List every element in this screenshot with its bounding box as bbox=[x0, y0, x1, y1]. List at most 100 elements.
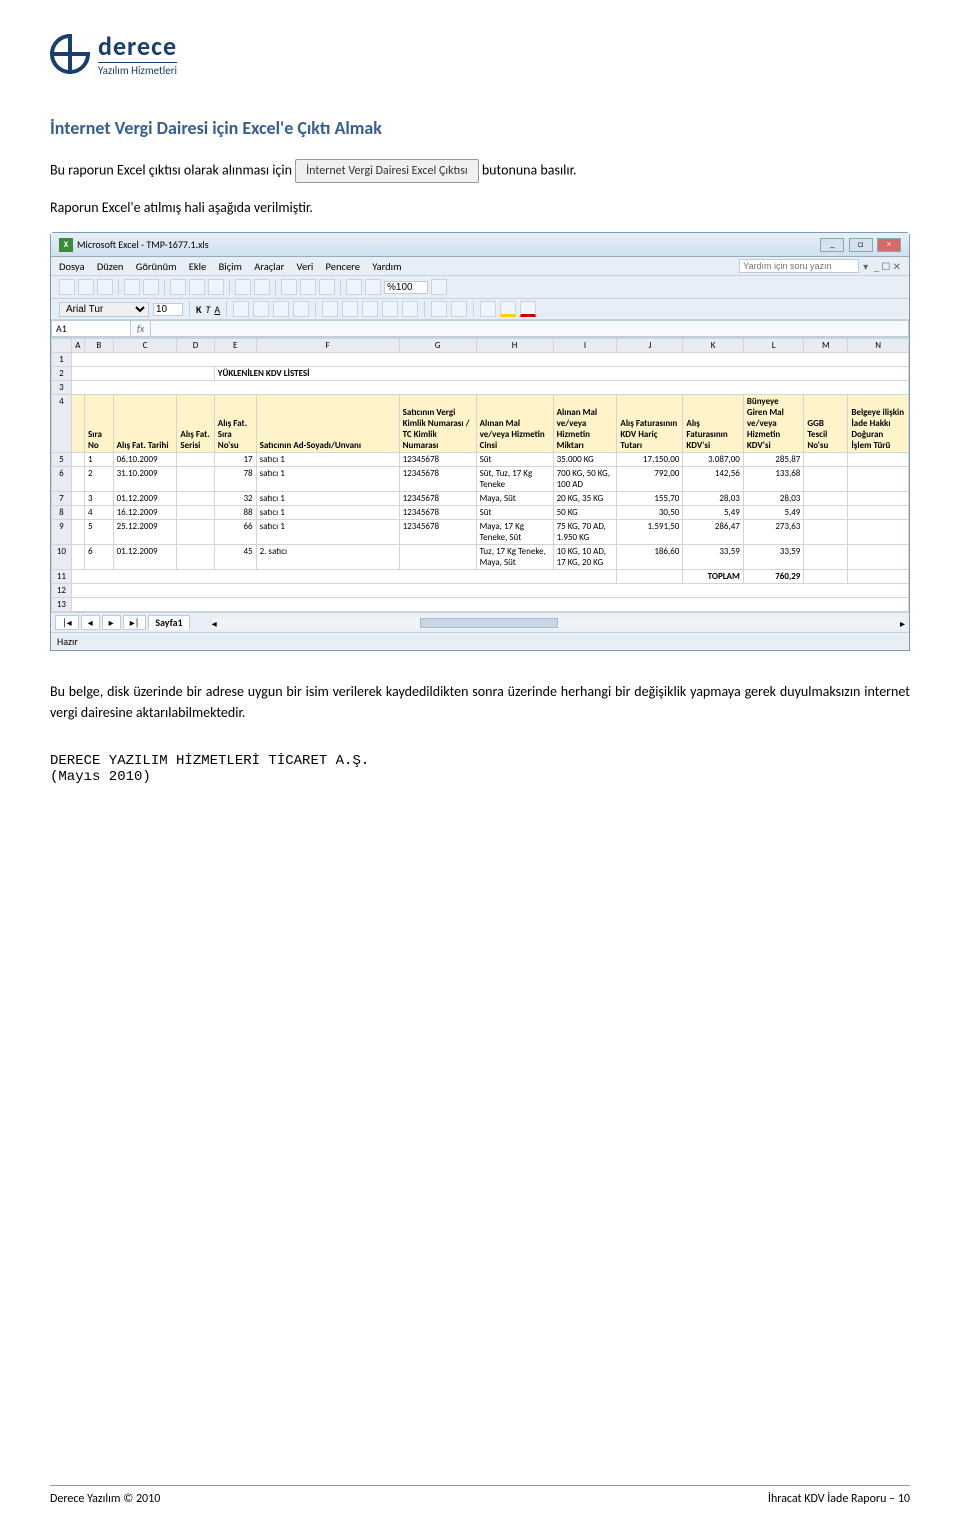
borders-icon[interactable] bbox=[480, 301, 496, 317]
cell[interactable]: 6 bbox=[84, 545, 113, 570]
font-color-icon[interactable] bbox=[520, 301, 536, 317]
cell[interactable]: 4 bbox=[84, 506, 113, 520]
row-header[interactable]: 1 bbox=[52, 353, 72, 367]
cell[interactable]: satıcı 1 bbox=[256, 506, 399, 520]
row-header[interactable]: 11 bbox=[52, 570, 72, 584]
close-button[interactable]: × bbox=[877, 238, 901, 252]
cell[interactable]: 78 bbox=[214, 467, 256, 492]
cell[interactable]: 133,68 bbox=[743, 467, 804, 492]
cell[interactable] bbox=[71, 506, 84, 520]
percent-icon[interactable] bbox=[342, 301, 358, 317]
cell[interactable]: 17.150,00 bbox=[617, 453, 683, 467]
row-header[interactable]: 2 bbox=[52, 367, 72, 381]
menu-item[interactable]: Düzen bbox=[97, 260, 124, 273]
chart-icon[interactable] bbox=[346, 279, 362, 295]
cell[interactable]: Süt bbox=[476, 453, 553, 467]
menu-item[interactable]: Biçim bbox=[219, 260, 242, 273]
copy-icon[interactable] bbox=[189, 279, 205, 295]
cell-hdr[interactable]: Alış Faturasının KDV Hariç Tutarı bbox=[617, 395, 683, 453]
cell[interactable] bbox=[848, 467, 909, 492]
drawing-icon[interactable] bbox=[365, 279, 381, 295]
align-left-icon[interactable] bbox=[233, 301, 249, 317]
row-header[interactable]: 4 bbox=[52, 395, 72, 453]
cell[interactable]: Maya, Süt bbox=[476, 492, 553, 506]
cell[interactable] bbox=[804, 545, 848, 570]
row-header[interactable]: 9 bbox=[52, 520, 72, 545]
preview-icon[interactable] bbox=[143, 279, 159, 295]
sheet-tab-active[interactable]: Sayfa1 bbox=[148, 615, 189, 630]
row-header[interactable]: 5 bbox=[52, 453, 72, 467]
cell[interactable]: 186,60 bbox=[617, 545, 683, 570]
currency-icon[interactable] bbox=[322, 301, 338, 317]
sort-asc-icon[interactable] bbox=[300, 279, 316, 295]
menu-item[interactable]: Dosya bbox=[59, 260, 85, 273]
col-header[interactable]: E bbox=[214, 339, 256, 353]
cell-hdr[interactable]: Alınan Mal ve/veya Hizmetin Cinsi bbox=[476, 395, 553, 453]
maximize-button[interactable]: □ bbox=[849, 238, 873, 252]
underline-button[interactable]: A bbox=[214, 303, 220, 316]
col-header[interactable]: G bbox=[399, 339, 476, 353]
fx-label[interactable]: fx bbox=[131, 320, 151, 337]
help-icon[interactable] bbox=[431, 279, 447, 295]
cell[interactable] bbox=[177, 453, 214, 467]
font-select[interactable]: Arial Tur bbox=[59, 302, 149, 317]
zoom-box[interactable] bbox=[384, 281, 428, 294]
cell[interactable] bbox=[71, 367, 214, 381]
cell[interactable]: 12345678 bbox=[399, 506, 476, 520]
row-header[interactable]: 10 bbox=[52, 545, 72, 570]
cell[interactable] bbox=[71, 520, 84, 545]
cell[interactable] bbox=[848, 545, 909, 570]
col-header[interactable]: L bbox=[743, 339, 804, 353]
formula-input[interactable] bbox=[151, 320, 909, 337]
cell[interactable]: 31.10.2009 bbox=[113, 467, 177, 492]
menu-item[interactable]: Araçlar bbox=[254, 260, 284, 273]
cell[interactable]: 700 KG, 50 KG, 100 AD bbox=[553, 467, 617, 492]
help-dropdown-icon[interactable]: ▾ bbox=[863, 260, 868, 273]
cell[interactable]: Süt bbox=[476, 506, 553, 520]
cell[interactable]: 1.591,50 bbox=[617, 520, 683, 545]
cell-hdr[interactable]: Satıcının Vergi Kimlik Numarası / TC Kim… bbox=[399, 395, 476, 453]
align-center-icon[interactable] bbox=[253, 301, 269, 317]
cell[interactable]: 30,50 bbox=[617, 506, 683, 520]
undo-icon[interactable] bbox=[235, 279, 251, 295]
cell[interactable] bbox=[804, 453, 848, 467]
cell-title[interactable]: YÜKLENİLEN KDV LİSTESİ bbox=[214, 367, 908, 381]
cell[interactable]: 792,00 bbox=[617, 467, 683, 492]
inc-dec-icon[interactable] bbox=[382, 301, 398, 317]
tab-nav-last[interactable]: ▸| bbox=[123, 615, 147, 630]
merge-icon[interactable] bbox=[293, 301, 309, 317]
open-icon[interactable] bbox=[78, 279, 94, 295]
help-search-input[interactable] bbox=[739, 259, 859, 273]
menu-item[interactable]: Yardım bbox=[372, 260, 401, 273]
col-header[interactable]: A bbox=[71, 339, 84, 353]
cell[interactable] bbox=[804, 492, 848, 506]
comma-icon[interactable] bbox=[362, 301, 378, 317]
col-header[interactable]: B bbox=[84, 339, 113, 353]
menu-item[interactable]: Görünüm bbox=[136, 260, 177, 273]
row-header[interactable]: 8 bbox=[52, 506, 72, 520]
cell[interactable]: satıcı 1 bbox=[256, 467, 399, 492]
cell[interactable]: 142,56 bbox=[683, 467, 744, 492]
cell-hdr[interactable]: Sıra No bbox=[84, 395, 113, 453]
cell[interactable]: 285,87 bbox=[743, 453, 804, 467]
row-header[interactable]: 6 bbox=[52, 467, 72, 492]
row-header[interactable]: 12 bbox=[52, 584, 72, 598]
cell[interactable]: 1 bbox=[84, 453, 113, 467]
sort-desc-icon[interactable] bbox=[319, 279, 335, 295]
cell[interactable] bbox=[848, 506, 909, 520]
cell-hdr[interactable]: Alış Fat. Tarihi bbox=[113, 395, 177, 453]
cell[interactable]: 01.12.2009 bbox=[113, 545, 177, 570]
cell-hdr[interactable]: Alınan Mal ve/veya Hizmetin Miktarı bbox=[553, 395, 617, 453]
cell[interactable] bbox=[177, 545, 214, 570]
cell[interactable] bbox=[71, 395, 84, 453]
cell[interactable]: Maya, 17 Kg Teneke, Süt bbox=[476, 520, 553, 545]
cell[interactable]: 12345678 bbox=[399, 467, 476, 492]
cell[interactable]: 155,70 bbox=[617, 492, 683, 506]
name-box[interactable]: A1 bbox=[51, 320, 131, 337]
spreadsheet-grid[interactable]: A B C D E F G H I J K L M N 1 2YÜKLENİLE… bbox=[51, 338, 909, 612]
cell[interactable] bbox=[71, 492, 84, 506]
cell[interactable]: 3.087,00 bbox=[683, 453, 744, 467]
cell-hdr[interactable]: Bünyeye Giren Mal ve/veya Hizmetin KDV's… bbox=[743, 395, 804, 453]
font-size-select[interactable] bbox=[153, 303, 183, 316]
cell[interactable]: 273,63 bbox=[743, 520, 804, 545]
